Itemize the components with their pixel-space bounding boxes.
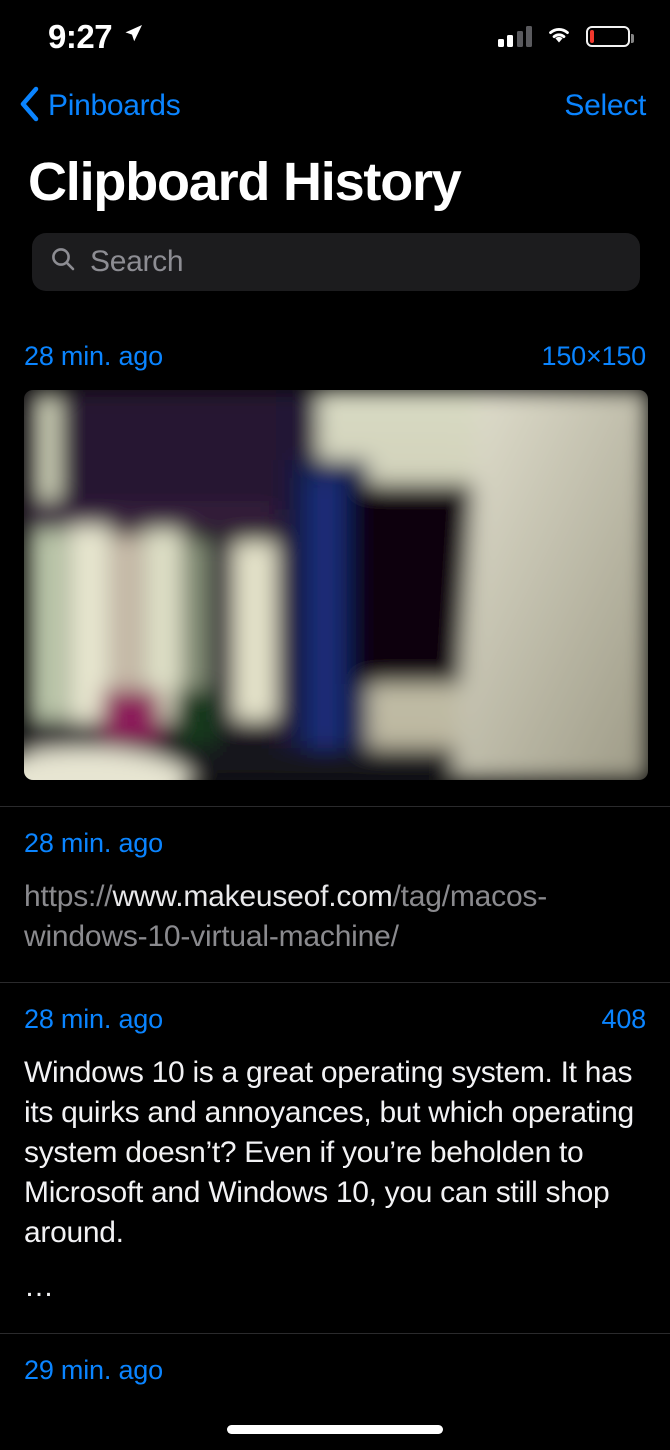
timestamp: 28 min. ago [24, 827, 163, 858]
timestamp: 29 min. ago [24, 1354, 163, 1385]
location-arrow-icon [122, 23, 144, 50]
list-item-meta: 28 min. ago 408 [24, 982, 646, 1035]
list-item[interactable]: 28 min. ago https://www.makeuseof.com/ta… [0, 805, 670, 983]
back-button-label: Pinboards [48, 89, 181, 122]
navigation-bar: Pinboards Select [0, 72, 670, 140]
url-host: www.makeuseof.com [112, 879, 393, 913]
clipboard-text[interactable]: Windows 10 is a great operating system. … [24, 1053, 646, 1252]
select-button[interactable]: Select [564, 89, 646, 123]
search-bar-container: Search [0, 211, 670, 291]
character-count-badge: 408 [601, 1004, 647, 1035]
home-indicator[interactable] [227, 1425, 443, 1434]
status-bar-clock: 9:27 [48, 17, 113, 55]
status-bar-left: 9:27 [48, 20, 144, 53]
clipboard-image-thumbnail[interactable] [24, 389, 648, 780]
status-bar-right [497, 23, 634, 49]
back-button[interactable]: Pinboards [18, 86, 181, 127]
list-item-body: Windows 10 is a great operating system. … [24, 1035, 646, 1332]
page-title: Clipboard History [28, 152, 462, 212]
list-item-meta: 28 min. ago 150×150 [24, 319, 646, 372]
timestamp: 28 min. ago [24, 340, 163, 371]
image-dimensions-badge: 150×150 [541, 340, 647, 371]
list-item-body [24, 372, 648, 806]
list-item-meta: 28 min. ago [24, 806, 646, 859]
truncation-indicator: … [24, 1269, 54, 1303]
wifi-icon [545, 23, 573, 49]
list-item[interactable]: 28 min. ago 150×150 [0, 319, 670, 806]
list-item[interactable]: 28 min. ago 408 Windows 10 is a great op… [0, 982, 670, 1332]
status-bar: 9:27 [0, 0, 670, 72]
chevron-left-icon [18, 86, 40, 127]
search-input[interactable]: Search [32, 232, 640, 291]
clipboard-url[interactable]: https://www.makeuseof.com/tag/macos-wind… [24, 877, 646, 957]
clipboard-history-list: 28 min. ago 150×150 28 min. ago https://… [0, 319, 670, 1450]
url-scheme: https:// [24, 879, 113, 913]
cellular-bars-icon [497, 25, 532, 47]
battery-icon [586, 25, 634, 47]
phone-screen: 9:27 Pinboards Select Clipboard History … [0, 0, 670, 1450]
search-icon [50, 246, 76, 277]
search-placeholder: Search [90, 244, 184, 278]
list-item-meta: 29 min. ago [24, 1333, 646, 1386]
timestamp: 28 min. ago [24, 1004, 163, 1035]
bottom-safe-area [0, 1394, 670, 1450]
list-item-body: https://www.makeuseof.com/tag/macos-wind… [24, 859, 646, 983]
